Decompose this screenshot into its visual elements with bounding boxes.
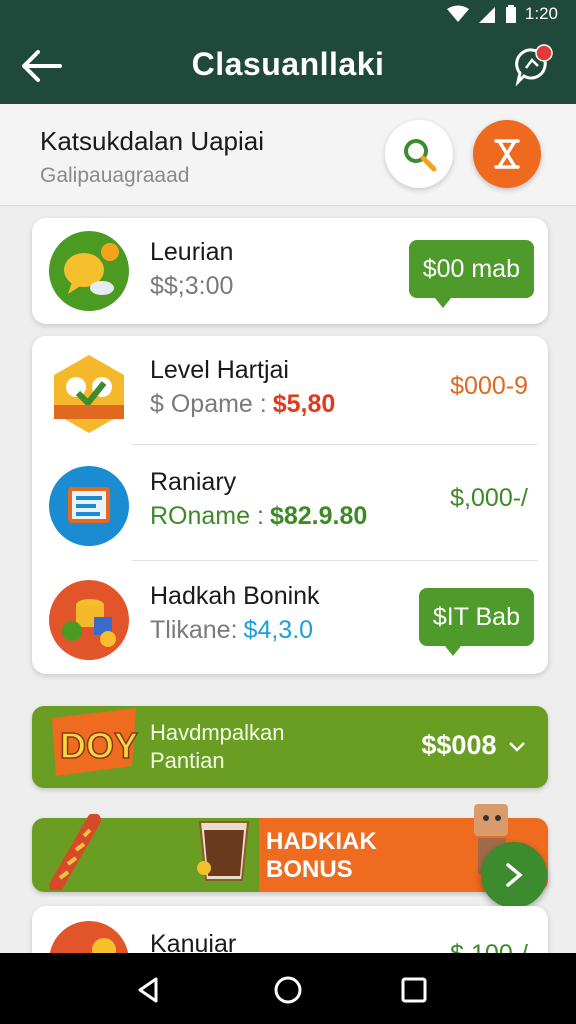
chat-bubble-icon bbox=[49, 231, 129, 311]
coffee-cup-icon bbox=[197, 821, 250, 881]
list-card: Leurian $$;3:00 $00 mab bbox=[32, 218, 548, 324]
status-icons: 1:20 bbox=[446, 4, 558, 24]
amount-badge[interactable]: $00 mab bbox=[408, 240, 534, 308]
item-amount: $,000-/ bbox=[450, 484, 528, 512]
bonus-line-2: BONUS bbox=[266, 856, 353, 883]
hourglass-icon bbox=[494, 139, 520, 169]
list-item[interactable]: Hadkah Bonink Tlikane: $4,3.0 $IT Bab bbox=[32, 562, 548, 674]
app-bar: Clasuanllaki bbox=[0, 28, 576, 104]
item-name: Level Hartjai bbox=[150, 356, 289, 384]
promo-amount[interactable]: $$008 bbox=[421, 730, 526, 761]
puzzle-badge-icon bbox=[54, 355, 124, 433]
section-subtitle: Galipauagraaad bbox=[40, 164, 190, 187]
item-subtitle: $ Opame : $5,80 bbox=[150, 390, 335, 419]
section-header: Katsukdalan Uapiai Galipauagraaad bbox=[0, 104, 576, 206]
chevron-right-icon bbox=[506, 863, 523, 887]
list-item[interactable]: Level Hartjai $ Opame : $5,80 $000-9 bbox=[32, 336, 548, 448]
item-subtitle: Tlikane: $4,3.0 bbox=[150, 616, 313, 645]
search-button[interactable] bbox=[385, 120, 453, 188]
hourglass-button[interactable] bbox=[473, 120, 541, 188]
section-title: Katsukdalan Uapiai bbox=[40, 126, 265, 156]
item-sub-value: $4,3.0 bbox=[243, 616, 314, 644]
list-item[interactable]: Leurian $$;3:00 $00 mab bbox=[32, 218, 548, 324]
nav-recents-icon[interactable] bbox=[397, 973, 431, 1007]
list-item[interactable]: Raniary ROname : $82.9.80 $,000-/ bbox=[32, 448, 548, 560]
item-name: Raniary bbox=[150, 468, 237, 496]
promo-line-2: Pantian bbox=[150, 748, 225, 773]
bonus-line-1: HADKIAK bbox=[266, 828, 377, 855]
svg-text:DOY: DOY bbox=[60, 725, 138, 766]
item-amount: $000-9 bbox=[450, 372, 528, 400]
bonus-text: HADKIAK BONUS bbox=[266, 828, 377, 884]
item-sub-label: Tlikane: bbox=[150, 616, 238, 644]
item-sub-value: $82.9.80 bbox=[269, 502, 368, 530]
amount-badge[interactable]: $IT Bab bbox=[418, 588, 534, 656]
item-name: Leurian bbox=[150, 238, 234, 266]
item-sub-label: ROname : bbox=[150, 502, 264, 530]
item-subtitle: $$;3:00 bbox=[150, 272, 234, 300]
document-icon bbox=[49, 466, 129, 546]
bonus-banner[interactable]: HADKIAK BONUS bbox=[32, 804, 548, 892]
item-subtitle: ROname : $82.9.80 bbox=[150, 502, 367, 531]
list-card: Level Hartjai $ Opame : $5,80 $000-9 Rani… bbox=[32, 336, 548, 674]
chat-notification-icon[interactable] bbox=[512, 44, 554, 86]
promo-banner[interactable]: DOY Havdmpalkan Pantian $$008 bbox=[32, 706, 548, 788]
promo-amount-text: $$008 bbox=[421, 730, 497, 760]
item-name: Hadkah Bonink bbox=[150, 582, 320, 610]
next-fab[interactable] bbox=[481, 842, 547, 908]
chevron-down-icon bbox=[509, 742, 525, 752]
nav-back-icon[interactable] bbox=[132, 973, 166, 1007]
item-sub-label: $ Opame : bbox=[150, 390, 267, 418]
app-title: Clasuanllaki bbox=[191, 46, 385, 82]
candy-icon bbox=[49, 814, 101, 890]
coins-icon bbox=[49, 580, 129, 660]
promo-line-1: Havdmpalkan bbox=[150, 720, 285, 745]
status-bar: 1:20 bbox=[0, 0, 576, 28]
nav-home-icon[interactable] bbox=[271, 973, 305, 1007]
status-time: 1:20 bbox=[524, 4, 558, 23]
search-icon bbox=[404, 139, 437, 172]
system-nav-bar bbox=[0, 953, 576, 1024]
divider bbox=[132, 560, 538, 561]
item-sub-value: $5,80 bbox=[272, 390, 336, 418]
battery-icon bbox=[505, 5, 516, 23]
wifi-icon bbox=[446, 5, 469, 22]
signal-icon bbox=[478, 7, 495, 23]
doy-badge-logo: DOY bbox=[52, 708, 139, 776]
divider bbox=[132, 444, 538, 445]
